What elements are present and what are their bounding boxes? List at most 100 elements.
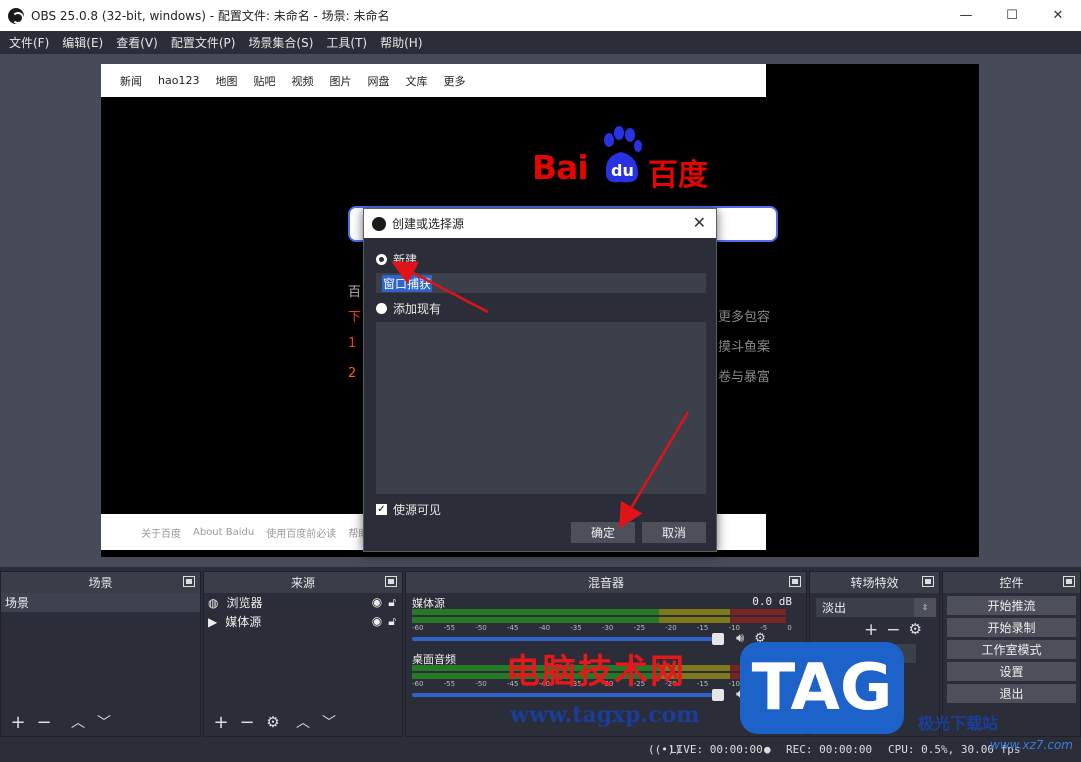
footer-link: 使用百度前必读 xyxy=(266,528,337,540)
play-icon: ▶ xyxy=(208,614,218,629)
hot-marker: 下 xyxy=(348,310,362,325)
maximize-button[interactable]: ☐ xyxy=(989,0,1035,31)
source-item[interactable]: ▶ 媒体源 ◉ 🔓︎ xyxy=(204,612,402,631)
remove-icon[interactable]: − xyxy=(234,709,260,735)
transitions-header: 转场特效 xyxy=(810,572,939,593)
rec-status: REC: 00:00:00 xyxy=(786,743,873,756)
studio-mode-button[interactable]: 工作室模式 xyxy=(947,640,1076,659)
globe-icon: ◍ xyxy=(208,595,219,610)
track-db: 0.0 dB xyxy=(752,595,792,608)
lock-icon[interactable]: 🔓︎ xyxy=(388,595,396,610)
float-dock-icon[interactable] xyxy=(789,576,801,587)
hot-marker: 1 xyxy=(348,336,357,351)
window-title: OBS 25.0.8 (32-bit, windows) - 配置文件: 未命名… xyxy=(31,9,390,23)
site-watermark-url: www.xz7.com xyxy=(990,738,1073,752)
title-bar: OBS 25.0.8 (32-bit, windows) - 配置文件: 未命名… xyxy=(0,0,1081,31)
sources-dock: 来源 ◍ 浏览器 ◉ 🔓︎ ▶ 媒体源 ◉ 🔓︎ + − ⚙ ︿ ﹀ xyxy=(203,571,403,737)
menu-scene-collection[interactable]: 场景集合(S) xyxy=(243,34,318,51)
baidu-paw-icon: du xyxy=(604,126,642,183)
gear-icon[interactable]: ⚙ xyxy=(909,620,922,640)
scene-item[interactable]: 场景 xyxy=(1,593,200,612)
nav-link: 更多 xyxy=(443,74,466,88)
watermark-text: 电脑技术网 xyxy=(506,652,686,692)
source-name-input[interactable]: 窗口捕获 xyxy=(376,273,706,293)
controls-title: 控件 xyxy=(999,576,1024,590)
scenes-dock: 场景 场景 + − ︿ ﹀ xyxy=(0,571,201,737)
hot-marker: 2 xyxy=(348,366,357,381)
minimize-button[interactable]: — xyxy=(943,0,989,31)
remove-icon[interactable]: − xyxy=(886,620,900,640)
mixer-header: 混音器 xyxy=(406,572,806,593)
scene-item-label: 场景 xyxy=(5,596,30,610)
ok-button[interactable]: 确定 xyxy=(571,522,635,543)
radio-checked-icon[interactable] xyxy=(376,254,387,265)
settings-button[interactable]: 设置 xyxy=(947,662,1076,681)
nav-link: 贴吧 xyxy=(253,74,276,88)
radio-unchecked-icon[interactable] xyxy=(376,303,387,314)
watermark: 电脑技术网 www.tagxp.com TAG xyxy=(500,640,904,740)
menu-profile[interactable]: 配置文件(P) xyxy=(166,34,241,51)
scenes-toolbar: + − ︿ ﹀ xyxy=(1,708,200,736)
float-dock-icon[interactable] xyxy=(183,576,195,587)
menu-edit[interactable]: 编辑(E) xyxy=(57,34,108,51)
source-name-value[interactable]: 窗口捕获 xyxy=(382,274,433,292)
move-down-icon[interactable]: ﹀ xyxy=(316,709,342,735)
lock-icon[interactable]: 🔓︎ xyxy=(388,614,396,629)
close-button[interactable]: ✕ xyxy=(1035,0,1081,31)
checkbox-checked-icon[interactable]: ✓ xyxy=(376,504,387,515)
footer-link: 关于百度 xyxy=(141,528,181,540)
baidu-du-text: du xyxy=(611,161,634,180)
add-icon[interactable]: + xyxy=(5,709,31,735)
hot-title: 百 xyxy=(348,285,362,300)
radio-new[interactable]: 新建 xyxy=(376,251,417,268)
remove-icon[interactable]: − xyxy=(31,709,57,735)
make-visible-checkbox[interactable]: ✓ 使源可见 xyxy=(376,501,441,518)
menu-tools[interactable]: 工具(T) xyxy=(321,34,372,51)
move-up-icon[interactable]: ︿ xyxy=(290,709,316,735)
create-source-dialog: 创建或选择源 ✕ 新建 窗口捕获 添加现有 ✓ 使源可见 确定 取消 xyxy=(363,208,717,552)
watermark-tag-logo: TAG xyxy=(740,642,904,734)
baidu-logo-text: Bai xyxy=(532,148,589,187)
start-recording-button[interactable]: 开始录制 xyxy=(947,618,1076,637)
float-dock-icon[interactable] xyxy=(385,576,397,587)
existing-sources-list[interactable] xyxy=(376,322,706,494)
transition-spinner-icon[interactable]: ⇳ xyxy=(914,598,936,617)
start-streaming-button[interactable]: 开始推流 xyxy=(947,596,1076,615)
hot-text: 摸斗鱼案 xyxy=(718,340,771,355)
hot-text: 更多包容 xyxy=(718,310,771,325)
watermark-url: www.tagxp.com xyxy=(510,702,700,728)
exit-button[interactable]: 退出 xyxy=(947,684,1076,703)
menu-help[interactable]: 帮助(H) xyxy=(375,34,427,51)
dialog-close-icon[interactable]: ✕ xyxy=(693,213,706,232)
source-item-label: 媒体源 xyxy=(225,615,262,629)
nav-link: 新闻 xyxy=(120,74,142,88)
float-dock-icon[interactable] xyxy=(922,576,934,587)
obs-logo-icon xyxy=(372,216,386,231)
eye-icon[interactable]: ◉ xyxy=(372,595,382,610)
gear-icon[interactable]: ⚙ xyxy=(260,709,286,735)
transitions-title: 转场特效 xyxy=(850,576,899,590)
sources-title: 来源 xyxy=(290,576,315,590)
add-icon[interactable]: + xyxy=(864,620,878,640)
baidu-logo: Bai du 百度 xyxy=(532,126,712,193)
source-item[interactable]: ◍ 浏览器 ◉ 🔓︎ xyxy=(204,593,402,612)
dialog-title-bar: 创建或选择源 ✕ xyxy=(364,209,716,238)
radio-existing[interactable]: 添加现有 xyxy=(376,300,441,317)
footer-link: About Baidu xyxy=(193,526,255,538)
menu-view[interactable]: 查看(V) xyxy=(111,34,163,51)
float-dock-icon[interactable] xyxy=(1063,576,1075,587)
cancel-button[interactable]: 取消 xyxy=(642,522,706,543)
site-watermark: 极光下载站 xyxy=(918,714,999,733)
eye-icon[interactable]: ◉ xyxy=(372,614,382,629)
volume-meter xyxy=(412,609,786,615)
volume-meter xyxy=(412,617,786,623)
dialog-title: 创建或选择源 xyxy=(392,217,465,231)
nav-link: 文库 xyxy=(405,74,428,88)
sources-header: 来源 xyxy=(204,572,402,593)
add-icon[interactable]: + xyxy=(208,709,234,735)
move-up-icon[interactable]: ︿ xyxy=(65,709,91,735)
nav-link: 视频 xyxy=(291,74,314,88)
scenes-header: 场景 xyxy=(1,572,200,593)
move-down-icon[interactable]: ﹀ xyxy=(91,709,117,735)
menu-file[interactable]: 文件(F) xyxy=(4,34,54,51)
